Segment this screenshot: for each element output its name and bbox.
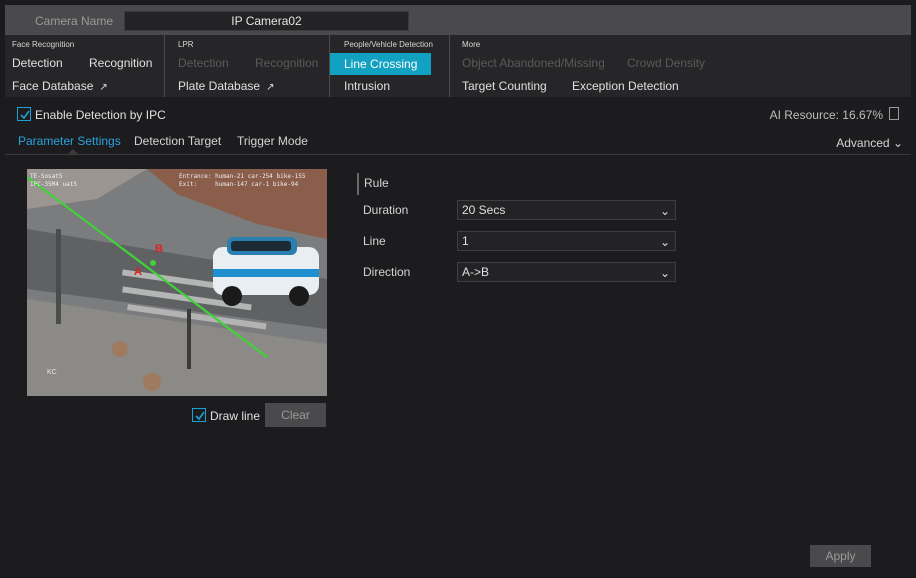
tab-face-database-label: Face Database — [12, 79, 94, 93]
tab-plate-database-label: Plate Database — [178, 79, 261, 93]
tab-face-recognition[interactable]: Recognition — [89, 56, 152, 70]
category-lpr: LPR Detection Recognition Plate Database… — [165, 35, 330, 97]
tab-crowd-density[interactable]: Crowd Density — [627, 56, 705, 70]
corner-label: KC — [47, 369, 57, 376]
direction-select[interactable]: A->B ⌄ — [457, 262, 676, 282]
chevron-down-icon: ⌄ — [892, 136, 903, 150]
category-head: People/Vehicle Detection — [344, 40, 433, 49]
overlay-text-left-1: TE-Sosat5 — [30, 173, 63, 180]
tab-parameter-settings[interactable]: Parameter Settings — [18, 134, 121, 148]
draw-line-checkbox[interactable] — [192, 408, 206, 422]
document-icon[interactable] — [889, 107, 899, 120]
tab-face-database[interactable]: Face Database ↗ — [12, 79, 108, 93]
enable-row: Enable Detection by IPC AI Resource: 16.… — [5, 97, 911, 131]
category-head: LPR — [178, 40, 194, 49]
clear-button[interactable]: Clear — [265, 403, 326, 427]
duration-value: 20 Secs — [462, 203, 506, 217]
tab-plate-database[interactable]: Plate Database ↗ — [178, 79, 274, 93]
draw-line-label: Draw line — [210, 409, 261, 423]
checkmark-icon — [195, 411, 205, 421]
tab-target-counting[interactable]: Target Counting — [462, 79, 547, 93]
line-point-a: A — [134, 266, 142, 278]
line-value: 1 — [462, 234, 469, 248]
direction-value: A->B — [462, 265, 490, 279]
tab-trigger-mode[interactable]: Trigger Mode — [237, 134, 308, 148]
chevron-down-icon: ⌄ — [659, 235, 670, 249]
duration-label: Duration — [363, 203, 409, 217]
chevron-down-icon: ⌄ — [659, 266, 670, 280]
external-link-icon: ↗ — [99, 82, 108, 93]
line-select[interactable]: 1 ⌄ — [457, 231, 676, 251]
sub-tabs: Parameter Settings Detection Target Trig… — [5, 131, 911, 155]
category-people-vehicle: People/Vehicle Detection Line Crossing I… — [330, 35, 450, 97]
line-label: Line — [363, 234, 386, 248]
tab-intrusion[interactable]: Intrusion — [344, 79, 390, 93]
overlay-text-right-1: Entrance: human-21 car-254 bike-155 — [179, 173, 306, 180]
ai-resource-text: AI Resource: 16.67% — [769, 108, 883, 122]
duration-select[interactable]: 20 Secs ⌄ — [457, 200, 676, 220]
apply-button[interactable]: Apply — [810, 545, 871, 567]
tab-exception-detection[interactable]: Exception Detection — [572, 79, 679, 93]
tab-detection-target[interactable]: Detection Target — [134, 134, 221, 148]
advanced-toggle[interactable]: Advanced ⌄ — [836, 136, 903, 150]
active-tab-caret — [68, 149, 78, 154]
camera-select[interactable]: IP Camera02 — [124, 11, 409, 31]
category-head: Face Recognition — [12, 40, 75, 49]
enable-detection-label: Enable Detection by IPC — [35, 108, 166, 122]
tab-object-abandoned[interactable]: Object Abandoned/Missing — [462, 56, 605, 70]
overlay-text-left-2: IPC-35M4 uat5 — [30, 181, 77, 188]
checkmark-icon — [20, 110, 30, 120]
external-link-icon: ↗ — [266, 82, 275, 93]
chevron-down-icon: ⌄ — [659, 204, 670, 218]
tab-line-crossing[interactable]: Line Crossing — [330, 53, 432, 75]
rule-divider — [357, 173, 359, 195]
category-head: More — [462, 40, 481, 49]
category-more: More Object Abandoned/Missing Crowd Dens… — [450, 35, 911, 97]
advanced-label: Advanced — [836, 136, 890, 150]
camera-preview[interactable]: TE-Sosat5 IPC-35M4 uat5 Entrance: human-… — [27, 169, 327, 396]
rule-title: Rule — [364, 176, 389, 190]
tab-lpr-detection[interactable]: Detection — [178, 56, 229, 70]
line-point-b: B — [155, 243, 163, 255]
enable-detection-checkbox[interactable] — [17, 107, 31, 121]
category-face-recognition: Face Recognition Detection Recognition F… — [5, 35, 165, 97]
app-frame: Camera Name IP Camera02 Face Recognition… — [5, 5, 911, 573]
direction-label: Direction — [363, 265, 411, 279]
tab-face-detection[interactable]: Detection — [12, 56, 63, 70]
function-tabs: Face Recognition Detection Recognition F… — [5, 35, 911, 97]
preview-scene — [27, 169, 327, 396]
tab-lpr-recognition[interactable]: Recognition — [255, 56, 318, 70]
overlay-text-right-2: Exit: human-147 car-1 bike-94 — [179, 181, 299, 188]
camera-bar: Camera Name IP Camera02 — [5, 5, 911, 35]
camera-name-label: Camera Name — [35, 14, 114, 28]
